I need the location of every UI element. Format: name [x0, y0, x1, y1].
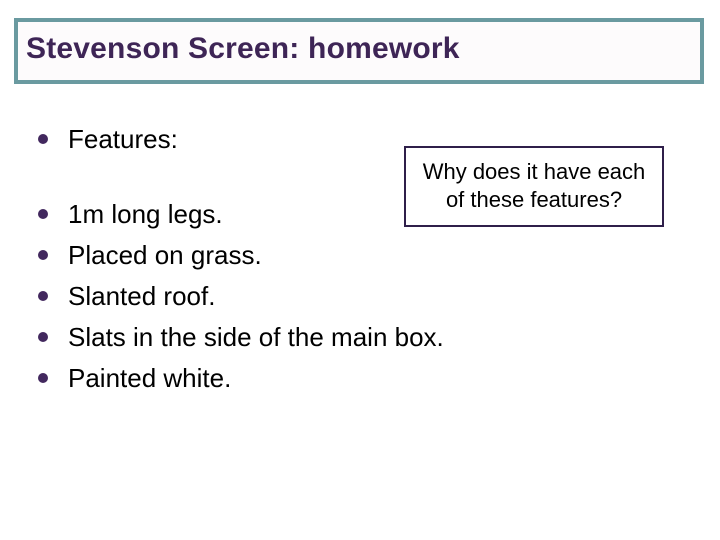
title-box: Stevenson Screen: homework: [14, 18, 704, 84]
list-item-text: 1m long legs.: [68, 199, 223, 229]
list-item: Slanted roof.: [38, 279, 704, 314]
list-item-text: Placed on grass.: [68, 240, 262, 270]
callout-box: Why does it have each of these features?: [404, 146, 664, 227]
list-heading-text: Features:: [68, 124, 178, 154]
list-item: Painted white.: [38, 361, 704, 396]
feature-list: 1m long legs. Placed on grass. Slanted r…: [38, 197, 704, 396]
list-item: Slats in the side of the main box.: [38, 320, 704, 355]
callout-text: Why does it have each of these features?: [423, 159, 646, 212]
list-item-text: Slanted roof.: [68, 281, 215, 311]
slide-title: Stevenson Screen: homework: [26, 32, 692, 66]
slide: Stevenson Screen: homework Features: 1m …: [0, 0, 720, 540]
list-item-text: Slats in the side of the main box.: [68, 322, 444, 352]
list-item-text: Painted white.: [68, 363, 231, 393]
list-item: Placed on grass.: [38, 238, 704, 273]
